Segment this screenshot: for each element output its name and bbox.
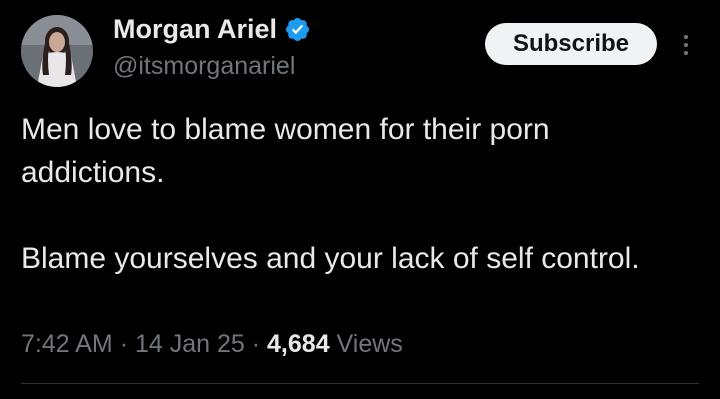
more-dot [684,51,688,55]
verified-badge-icon[interactable] [284,16,311,43]
more-dot [684,43,688,47]
avatar-image [21,15,93,87]
more-dot [684,35,688,39]
tweet-paragraph: Blame yourselves and your lack of self c… [21,242,640,275]
views-label: Views [336,330,403,358]
meta-separator: · [251,330,261,358]
views-count[interactable]: 4,684 [267,330,330,358]
avatar[interactable] [21,15,93,87]
author-display-name[interactable]: Morgan Ariel [113,14,277,45]
tweet-card: Morgan Ariel @itsmorganariel Subscribe M… [0,0,720,399]
tweet-date[interactable]: 14 Jan 25 [135,330,245,358]
tweet-text: Men love to blame women for their porn a… [21,108,701,280]
author-display-name-row[interactable]: Morgan Ariel [113,14,311,45]
subscribe-button[interactable]: Subscribe [485,23,657,65]
tweet-meta: 7:42 AM · 14 Jan 25 · 4,684 Views [21,330,403,359]
tweet-paragraph: Men love to blame women for their porn a… [21,113,550,189]
more-vertical-icon[interactable] [676,28,696,62]
divider [21,383,699,384]
author-handle[interactable]: @itsmorganariel [113,52,295,81]
meta-separator: · [119,330,129,358]
tweet-time[interactable]: 7:42 AM [21,330,113,358]
